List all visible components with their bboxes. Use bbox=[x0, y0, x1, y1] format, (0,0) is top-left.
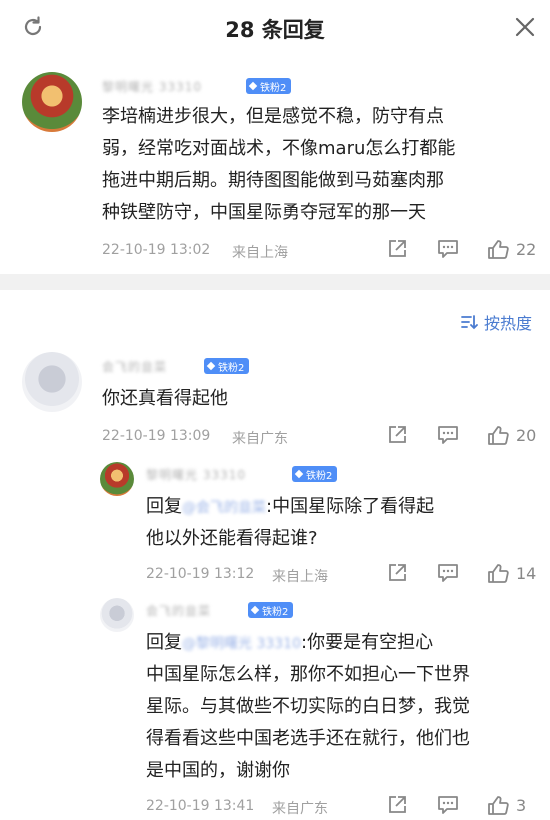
reply-button[interactable] bbox=[436, 424, 460, 446]
comment-actions: 3 bbox=[386, 794, 526, 816]
username[interactable]: 黎明曙光 33310 bbox=[146, 466, 246, 483]
sort-label: 按热度 bbox=[484, 314, 533, 333]
avatar[interactable] bbox=[100, 462, 134, 496]
username[interactable]: 黎明曙光 33310 bbox=[102, 78, 202, 95]
fan-badge: 铁粉2 bbox=[246, 78, 292, 94]
share-icon bbox=[389, 796, 406, 813]
comment-actions: 22 bbox=[386, 238, 536, 260]
avatar[interactable] bbox=[22, 72, 82, 132]
comment-text-line: 星际。与其做些不切实际的白日梦，我觉 bbox=[146, 696, 470, 717]
share-icon bbox=[389, 564, 406, 581]
header-bar: 28 条回复 bbox=[0, 0, 550, 56]
share-icon bbox=[389, 426, 406, 443]
fan-badge: 铁粉2 bbox=[204, 358, 250, 374]
comment-icon bbox=[438, 426, 458, 444]
share-button[interactable] bbox=[386, 424, 408, 446]
comment-icon bbox=[438, 240, 458, 258]
reply-button[interactable] bbox=[436, 794, 460, 816]
timestamp: 22-10-19 13:41 bbox=[146, 798, 255, 814]
section-divider bbox=[0, 274, 550, 290]
like-count: 22 bbox=[516, 239, 537, 259]
share-icon bbox=[389, 240, 406, 257]
comment-text: :中国星际除了看得起 bbox=[266, 496, 435, 517]
like-button[interactable]: 20 bbox=[486, 424, 536, 446]
like-count: 20 bbox=[516, 425, 537, 445]
reply-button[interactable] bbox=[436, 562, 460, 584]
mention-link[interactable]: @黎明曙光 33310 bbox=[182, 636, 301, 652]
comment-actions: 20 bbox=[386, 424, 536, 446]
comment-text-line: 得看看这些中国老选手还在就行，他们也 bbox=[146, 728, 470, 749]
comment-text: :你要是有空担心 bbox=[301, 632, 434, 653]
comment-text-line: 种铁壁防守，中国星际勇夺冠军的那一天 bbox=[102, 202, 426, 223]
fan-badge: 铁粉2 bbox=[248, 602, 294, 618]
comment-icon bbox=[438, 564, 458, 582]
timestamp: 22-10-19 13:12 bbox=[146, 566, 255, 582]
comment-text-line: 回复@黎明曙光 33310:你要是有空担心 bbox=[146, 628, 433, 659]
sort-icon bbox=[461, 315, 478, 330]
comment-icon bbox=[438, 796, 458, 814]
badge-diamond-icon bbox=[294, 469, 304, 479]
location: 来自上海 bbox=[272, 569, 328, 585]
fan-badge: 铁粉2 bbox=[292, 466, 338, 482]
reply-prefix: 回复 bbox=[146, 496, 182, 517]
comment-text-line: 李培楠进步很大，但是感觉不稳，防守有点 bbox=[102, 106, 444, 127]
location: 来自上海 bbox=[232, 245, 288, 261]
comment-text-line: 中国星际怎么样，那你不如担心一下世界 bbox=[146, 664, 470, 685]
location: 来自广东 bbox=[272, 801, 328, 817]
comment-actions: 14 bbox=[386, 562, 536, 584]
timestamp: 22-10-19 13:09 bbox=[102, 428, 211, 444]
avatar[interactable] bbox=[100, 598, 134, 632]
thumbs-up-icon bbox=[488, 796, 509, 815]
location: 来自广东 bbox=[232, 431, 288, 447]
thumbs-up-icon bbox=[488, 240, 509, 259]
comment-text-line: 弱，经常吃对面战术，不像maru怎么打都能 bbox=[102, 138, 456, 159]
username[interactable]: 会飞的韭菜 bbox=[146, 602, 211, 619]
share-button[interactable] bbox=[386, 794, 408, 816]
avatar[interactable] bbox=[22, 352, 82, 412]
like-button[interactable]: 14 bbox=[486, 562, 536, 584]
page-title: 28 条回复 bbox=[225, 18, 325, 42]
like-button[interactable]: 22 bbox=[486, 238, 536, 260]
like-count: 14 bbox=[516, 563, 537, 583]
badge-diamond-icon bbox=[206, 361, 216, 371]
share-button[interactable] bbox=[386, 562, 408, 584]
comment-text-line: 拖进中期后期。期待图图能做到马茹塞肉那 bbox=[102, 170, 444, 191]
comment-text-line: 是中国的，谢谢你 bbox=[146, 760, 290, 781]
comment-text-line: 你还真看得起他 bbox=[102, 388, 228, 409]
like-count: 3 bbox=[516, 795, 527, 815]
reply-prefix: 回复 bbox=[146, 632, 182, 653]
reply-button[interactable] bbox=[436, 238, 460, 260]
share-button[interactable] bbox=[386, 238, 408, 260]
badge-diamond-icon bbox=[248, 81, 258, 91]
like-button[interactable]: 3 bbox=[486, 794, 526, 816]
timestamp: 22-10-19 13:02 bbox=[102, 242, 211, 258]
thumbs-up-icon bbox=[488, 564, 509, 583]
mention-link[interactable]: @会飞的韭菜 bbox=[182, 500, 266, 516]
comment-text-line: 他以外还能看得起谁? bbox=[146, 528, 318, 549]
badge-diamond-icon bbox=[250, 605, 260, 615]
close-icon[interactable] bbox=[512, 14, 538, 40]
username[interactable]: 会飞的韭菜 bbox=[102, 358, 167, 375]
sort-toggle[interactable]: 按热度 bbox=[460, 310, 532, 334]
comment-text-line: 回复@会飞的韭菜:中国星际除了看得起 bbox=[146, 492, 434, 523]
thumbs-up-icon bbox=[488, 426, 509, 445]
